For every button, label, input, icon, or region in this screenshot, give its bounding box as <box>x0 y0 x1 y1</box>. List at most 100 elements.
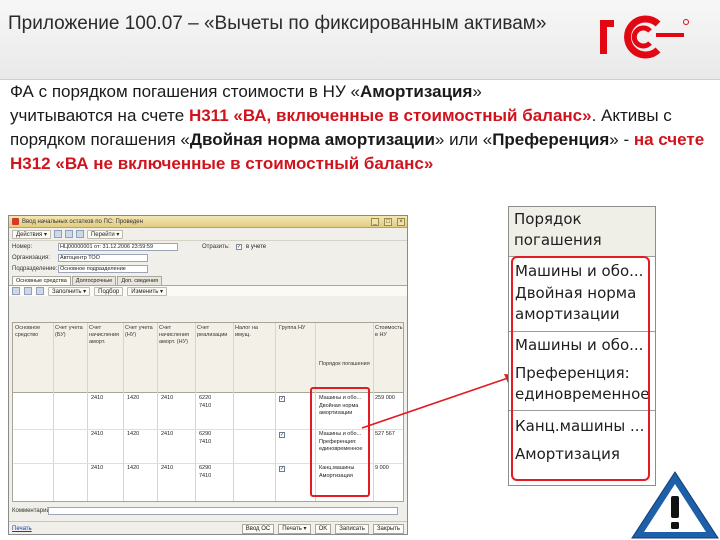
number-field[interactable]: НЦ00000001 от: 31.12.2006 23:59:59 <box>58 242 178 251</box>
cell-cost: 527 567 <box>375 431 395 437</box>
actions-menu-button[interactable]: Действия ▾ <box>12 229 51 239</box>
org-field[interactable]: Автоцентр ТОО <box>58 253 148 262</box>
zoom-highlight <box>511 256 650 481</box>
reflect-checkbox[interactable]: ✓ <box>236 243 242 250</box>
comment-field[interactable] <box>48 507 398 515</box>
text-segment: ФА с порядком погашения стоимости в НУ « <box>10 82 360 101</box>
cell-real: 7410 <box>199 439 212 445</box>
document-icon <box>12 218 19 225</box>
save-button[interactable]: Записать <box>335 523 369 534</box>
col-header-tax: Налог на имущ. <box>235 325 258 338</box>
1c-logo <box>600 15 689 59</box>
close-icon[interactable]: × <box>397 217 405 226</box>
cell-cost: 9 000 <box>375 465 389 471</box>
delete-row-icon[interactable] <box>36 287 44 295</box>
division-label: Подразделение: <box>12 265 58 272</box>
row-checkbox[interactable]: ✓ <box>279 466 285 472</box>
tab-fixed-assets[interactable]: Основные средства <box>12 276 71 285</box>
slide-title: Приложение 100.07 – «Вычеты по фиксирова… <box>8 13 547 34</box>
ok-button[interactable]: OK <box>314 523 332 534</box>
col-header-nu: Счет учета (НУ) <box>125 325 153 338</box>
column-divider <box>157 323 158 501</box>
window-title: Ввод начальных остатков по ПС: Проведен <box>22 218 143 225</box>
input-os-button[interactable]: Ввод ОС <box>241 523 275 534</box>
cell-real: 7410 <box>199 473 212 479</box>
add-row-icon[interactable] <box>12 287 20 295</box>
table-header: Основное средство Счет учета (БУ) Счет н… <box>13 323 403 393</box>
text-bold-double-rate: Двойная норма амортизации <box>189 130 435 149</box>
comment-label: Комментарий: <box>12 508 52 514</box>
zoom-header-label: Порядок погашения <box>514 210 602 249</box>
column-divider <box>275 323 276 501</box>
row-checkbox[interactable]: ✓ <box>279 432 285 438</box>
tab-extra[interactable]: Доп. сведения <box>117 276 163 285</box>
cell-bu: 2410 <box>91 465 104 471</box>
cell-am: 1420 <box>127 395 140 401</box>
text-segment: » <box>472 82 482 101</box>
text-bold-amortization: Амортизация <box>359 82 473 101</box>
tabs: Основные средства Долгосрочные Доп. свед… <box>9 274 407 285</box>
save-icon[interactable] <box>53 230 62 238</box>
goto-menu-button[interactable]: Перейти ▾ <box>86 229 124 239</box>
cell-am: 1420 <box>127 465 140 471</box>
body-paragraph: ФА с порядком погашения стоимости в НУ «… <box>10 80 710 176</box>
tab-long-term[interactable]: Долгосрочные <box>71 276 117 285</box>
bottom-bar: Печать Ввод ОС Печать ▾ OK Записать Закр… <box>9 521 407 534</box>
column-divider <box>53 323 54 501</box>
col-header-asset: Основное средство <box>15 325 41 338</box>
text-segment: » или « <box>434 130 493 149</box>
reflect-label: Отразить: <box>202 243 230 250</box>
number-label: Номер: <box>12 243 33 250</box>
cell-nu: 2410 <box>161 465 174 471</box>
minimize-icon[interactable]: _ <box>371 217 379 226</box>
text-bold-preference: Преференция <box>492 130 610 149</box>
column-divider <box>195 323 196 501</box>
arrow-icon <box>361 374 516 429</box>
row-checkbox[interactable]: ✓ <box>279 396 285 402</box>
window-toolbar: Действия ▾ Перейти ▾ <box>9 228 407 241</box>
zoom-header: Порядок погашения <box>509 207 655 257</box>
cell-bu: 2410 <box>91 431 104 437</box>
text-segment: учитываются на счете <box>10 106 189 125</box>
cell-real: 7410 <box>199 403 212 409</box>
text-red-h311: Н311 «ВА, включенные в стоимостный балан… <box>188 106 592 125</box>
col-header-bu: Счет учета (БУ) <box>55 325 83 338</box>
org-row: Организация: Автоцентр ТОО <box>9 252 407 263</box>
maximize-icon[interactable]: □ <box>384 217 392 226</box>
column-divider <box>123 323 124 501</box>
cell-nu: 2410 <box>161 431 174 437</box>
col-header-am: Счет начисления аморт. <box>89 325 120 345</box>
pick-button[interactable]: Подбор <box>94 286 124 296</box>
column-divider <box>87 323 88 501</box>
division-row: Подразделение: Основное подразделение <box>9 263 407 274</box>
close-button[interactable]: Закрыть <box>372 523 404 534</box>
fill-button[interactable]: Заполнить ▾ <box>48 286 91 296</box>
copy-row-icon[interactable] <box>24 287 32 295</box>
number-row: Номер: НЦ00000001 от: 31.12.2006 23:59:5… <box>9 241 407 252</box>
cell-am: 1420 <box>127 431 140 437</box>
print-link[interactable]: Печать <box>12 526 32 532</box>
cell-bu: 2410 <box>91 395 104 401</box>
reflect-option-label: в учете <box>246 243 267 250</box>
warning-icon <box>631 471 719 539</box>
col-header-group: Группа НУ <box>279 325 306 331</box>
text-segment: » - <box>609 130 634 149</box>
col-header-cost: Стоимость в НУ <box>375 325 403 338</box>
cell-nu: 2410 <box>161 395 174 401</box>
col-header-real: Счет реализации <box>197 325 228 338</box>
post-icon[interactable] <box>64 230 73 238</box>
comment-row: Комментарий: <box>12 506 398 516</box>
window-titlebar: Ввод начальных остатков по ПС: Проведен … <box>9 216 407 228</box>
cell-nam: 6220 <box>199 395 212 401</box>
cell-nam: 6290 <box>199 431 212 437</box>
col-header-order: Порядок погашения <box>319 361 370 367</box>
grid-toolbar: Заполнить ▾ Подбор Изменить ▾ <box>9 285 407 296</box>
refresh-icon[interactable] <box>75 230 84 238</box>
print-menu-button[interactable]: Печать ▾ <box>278 523 311 534</box>
division-field[interactable]: Основное подразделение <box>58 264 148 273</box>
col-header-nam: Счет начисления аморт. (НУ) <box>159 325 190 345</box>
change-button[interactable]: Изменить ▾ <box>127 286 168 296</box>
cell-nam: 6290 <box>199 465 212 471</box>
column-divider <box>233 323 234 501</box>
org-label: Организация: <box>12 254 50 261</box>
